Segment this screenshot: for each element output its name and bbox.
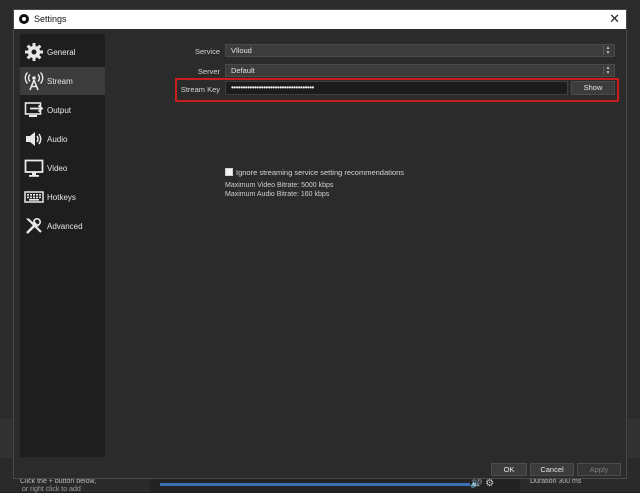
server-select[interactable]: Default ▲ ▼ [225,64,615,77]
stream-key-label: Stream Key [180,85,220,94]
stream-key-input[interactable]: •••••••••••••••••••••••••••••••••••• [225,81,568,95]
settings-content: General Stream Output Audio Video Hotkey… [14,29,626,478]
sidebar-item-label: Audio [47,135,68,144]
obs-logo-icon [19,14,29,24]
sidebar-item-label: Stream [47,77,73,86]
server-value: Default [231,66,255,75]
speaker-icon: 🔊 [470,478,483,489]
server-label: Server [197,67,220,76]
settings-window: Settings ✕ General Stream Output Audio V… [13,9,627,479]
background-transition-duration: Duration 300 ms [530,478,582,485]
stream-settings-panel: Service Vlloud ▲ ▼ Server Default ▲ ▼ Stre… [110,29,620,474]
ignore-recommendations-label: Ignore streaming service setting recomme… [236,168,404,177]
background-volume-bar [160,483,470,486]
settings-sidebar: General Stream Output Audio Video Hotkey… [20,34,105,457]
sidebar-item-label: Advanced [47,222,83,231]
service-label: Service [194,47,220,56]
window-title: Settings [34,14,67,24]
show-key-button[interactable]: Show [571,81,615,95]
background-mixer-icons: 🔊 ⚙ [470,478,494,489]
output-icon [24,102,44,117]
sidebar-item-video[interactable]: Video [20,154,105,182]
background-dock-right [628,418,640,458]
broadcast-icon [24,72,44,91]
sidebar-item-label: Output [47,106,72,115]
sidebar-item-advanced[interactable]: Advanced [20,212,105,240]
max-video-bitrate: Maximum Video Bitrate: 5000 kbps [225,182,334,189]
sidebar-item-audio[interactable]: Audio [20,125,105,153]
keyboard-icon [24,191,44,203]
title-bar: Settings ✕ [14,10,626,29]
service-select[interactable]: Vlloud ▲ ▼ [225,44,615,57]
background-sources-hint: Click the + button below, [20,478,97,485]
speaker-icon [26,132,42,146]
background-sources-hint-2: or right click to add [22,486,81,493]
background-dock-left [0,418,12,458]
chevron-updown-icon: ▲ ▼ [603,46,612,55]
ok-button[interactable]: OK [491,463,527,476]
gear-icon [25,43,43,61]
chevron-updown-icon: ▲ ▼ [603,66,612,75]
sidebar-item-general[interactable]: General [20,38,105,66]
apply-button[interactable]: Apply [577,463,621,476]
cancel-button[interactable]: Cancel [530,463,574,476]
gear-icon: ⚙ [485,478,495,489]
sidebar-item-output[interactable]: Output [20,96,105,124]
sidebar-item-hotkeys[interactable]: Hotkeys [20,183,105,211]
sidebar-item-label: Video [47,164,68,173]
monitor-icon [24,159,44,177]
sidebar-item-label: Hotkeys [47,193,76,202]
ignore-recommendations-checkbox[interactable] [225,168,233,176]
sidebar-item-label: General [47,48,76,57]
tools-icon [26,217,42,234]
service-value: Vlloud [231,46,252,55]
sidebar-item-stream[interactable]: Stream [20,67,105,95]
close-button[interactable]: ✕ [609,11,620,27]
max-audio-bitrate: Maximum Audio Bitrate: 160 kbps [225,191,330,198]
